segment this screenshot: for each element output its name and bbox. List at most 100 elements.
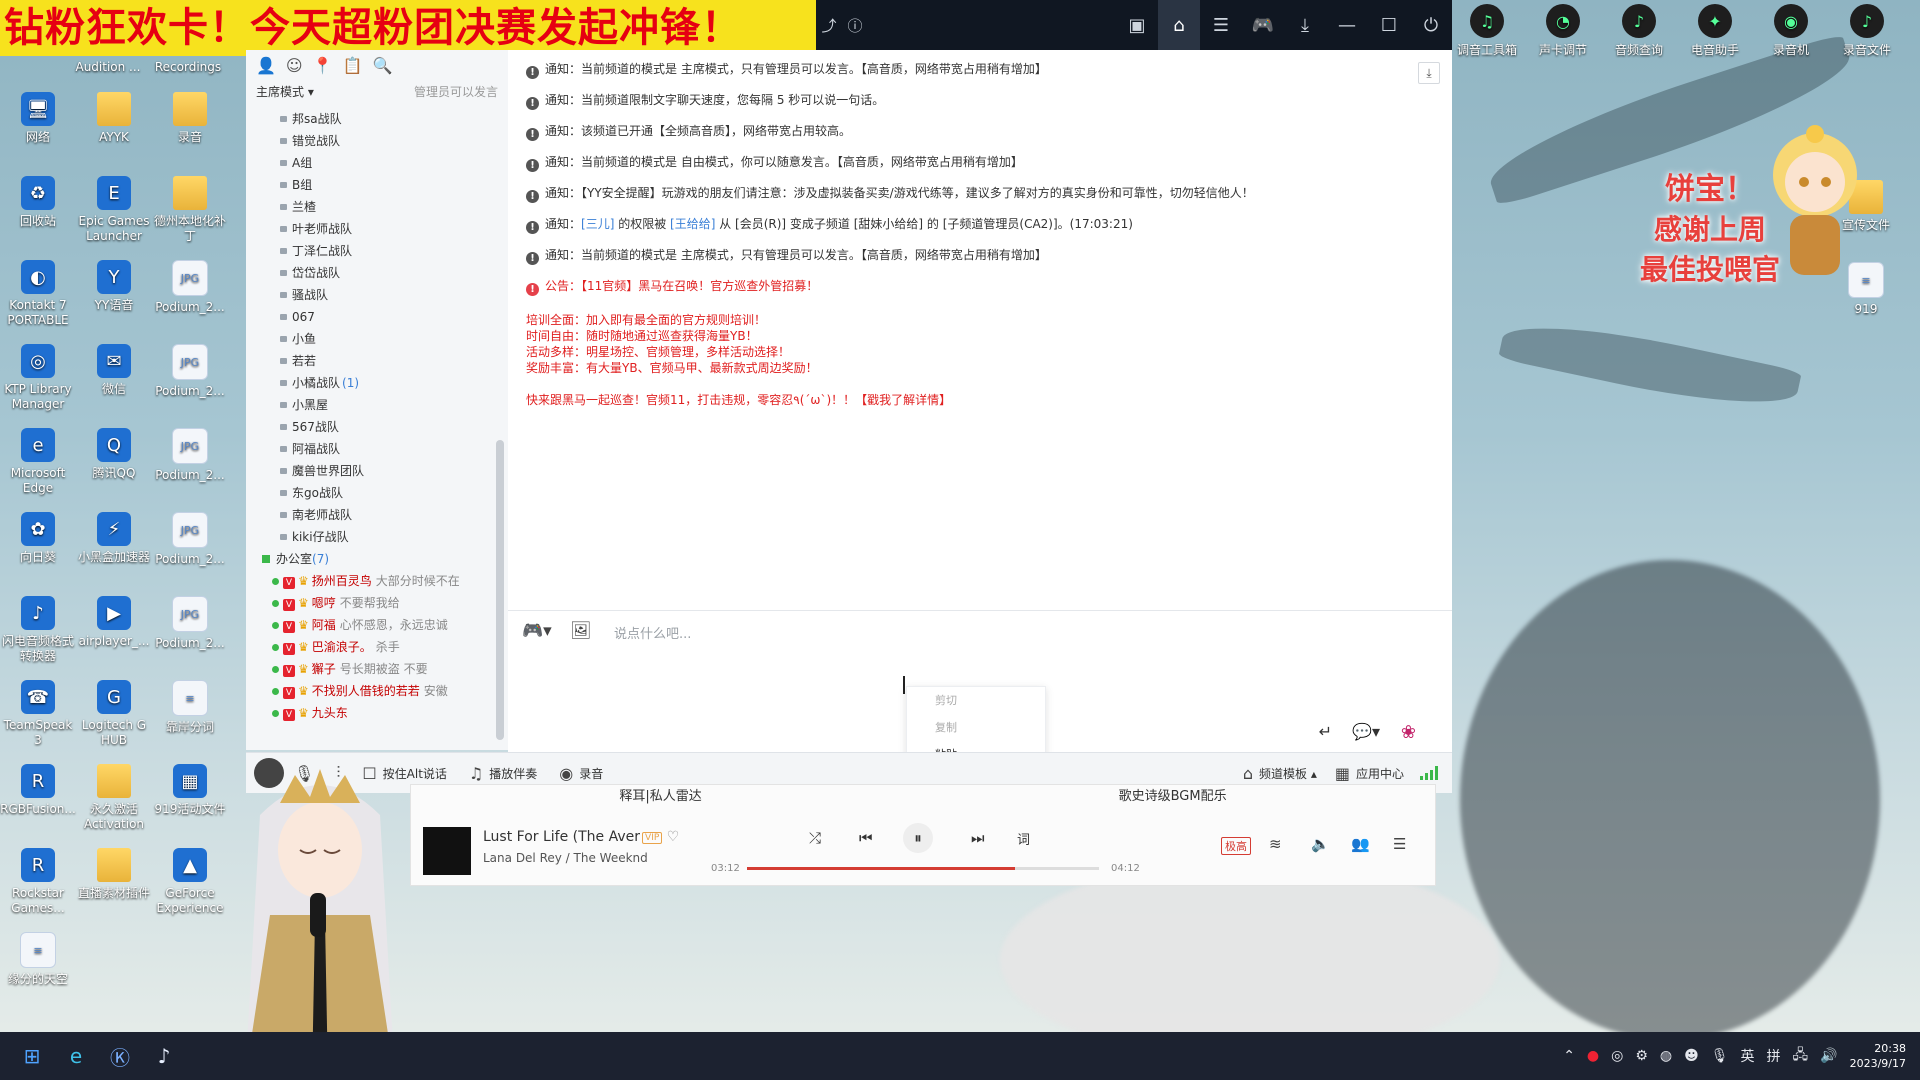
- left-tool-icon[interactable]: 👤: [256, 56, 276, 75]
- desktop-icon[interactable]: R Rockstar Games...: [0, 848, 76, 916]
- member-row[interactable]: V ♛ 巴渝浪子。 杀手: [246, 636, 496, 658]
- bottom-right-button[interactable]: ▦ 应用中心: [1335, 764, 1404, 783]
- channel-item[interactable]: A组: [246, 152, 496, 174]
- desktop-icon[interactable]: 🖥 网络: [0, 92, 76, 145]
- desktop-icon[interactable]: ☎ TeamSpeak 3: [0, 680, 76, 748]
- list-icon[interactable]: ☰: [1200, 0, 1242, 50]
- context-menu-item[interactable]: 剪切: [907, 687, 1045, 714]
- desktop-icon[interactable]: e Microsoft Edge: [0, 428, 76, 496]
- desktop-icon[interactable]: JPG Podium_2...: [152, 260, 228, 315]
- listen-together-icon[interactable]: 👥: [1351, 835, 1370, 853]
- music-app-icon[interactable]: ♪: [142, 1032, 186, 1080]
- desktop-icon[interactable]: JPG Podium_2...: [152, 344, 228, 399]
- desktop-icon[interactable]: ♫ 调音工具箱: [1450, 4, 1524, 58]
- channel-item[interactable]: 叶老师战队: [246, 218, 496, 240]
- desktop-icon[interactable]: ✿ 向日葵: [0, 512, 76, 565]
- desktop-icon[interactable]: ≡ 缘分的天空: [0, 932, 76, 987]
- scroll-down-icon[interactable]: ⤓: [1418, 62, 1440, 84]
- video-icon[interactable]: ▣: [1116, 0, 1158, 50]
- context-menu-item[interactable]: 复制: [907, 714, 1045, 741]
- tray-app3-icon[interactable]: ☻: [1684, 1048, 1699, 1064]
- left-tool-icon[interactable]: 🔍: [372, 56, 392, 75]
- desktop-icon[interactable]: JPG Podium_2...: [152, 596, 228, 651]
- network-icon[interactable]: 🖧: [1793, 1044, 1809, 1068]
- desktop-icon[interactable]: ▦ 919活动文件: [152, 764, 228, 817]
- left-tool-icon[interactable]: ☺: [286, 56, 303, 75]
- left-tool-icon[interactable]: 📍: [313, 56, 333, 75]
- desktop-icon[interactable]: JPG Podium_2...: [152, 512, 228, 567]
- user-link[interactable]: [三儿]: [581, 217, 614, 231]
- bottom-bar-button[interactable]: ◉ 录音: [559, 764, 603, 783]
- desktop-icon[interactable]: ✦ 电音助手: [1678, 4, 1752, 58]
- chat-input[interactable]: 说点什么吧...: [614, 623, 691, 642]
- lyrics-button[interactable]: 词: [1017, 829, 1030, 848]
- channel-item[interactable]: 567战队: [246, 416, 496, 438]
- tree-scrollbar[interactable]: [496, 440, 504, 740]
- emoji-game-icon[interactable]: 🎮▾: [522, 621, 552, 641]
- previous-icon[interactable]: ⏮: [859, 829, 873, 847]
- desktop-icon[interactable]: ◐ Kontakt 7 PORTABLE: [0, 260, 76, 328]
- channel-item[interactable]: 067: [246, 306, 496, 328]
- download-icon[interactable]: ⤓: [1284, 0, 1326, 50]
- album-cover[interactable]: [423, 827, 471, 875]
- desktop-icon[interactable]: R RGBFusion...: [0, 764, 76, 817]
- desktop-icon[interactable]: 德州本地化补丁: [152, 176, 228, 244]
- channel-item[interactable]: 错觉战队: [246, 130, 496, 152]
- bottom-right-button[interactable]: ⌂ 频道模板 ▴: [1243, 764, 1317, 783]
- power-icon[interactable]: ⏻: [1410, 0, 1452, 50]
- image-icon[interactable]: 🖼: [570, 621, 592, 641]
- home-icon[interactable]: ⌂: [1158, 0, 1200, 50]
- flower-gift-icon[interactable]: ❀: [1401, 722, 1416, 743]
- windows-start-icon[interactable]: ⊞: [10, 1032, 54, 1080]
- next-icon[interactable]: ⏭: [971, 829, 985, 847]
- song-artist[interactable]: Lana Del Rey / The Weeknd: [483, 851, 648, 865]
- channel-item[interactable]: 丁泽仁战队: [246, 240, 496, 262]
- bottom-bar-button[interactable]: ♫ 播放伴奏: [469, 764, 537, 783]
- channel-item[interactable]: 岱岱战队: [246, 262, 496, 284]
- desktop-icon[interactable]: ▶ airplayer_...: [76, 596, 152, 649]
- channel-item[interactable]: 小鱼: [246, 328, 496, 350]
- desktop-icon[interactable]: ◔ 声卡调节: [1526, 4, 1600, 58]
- minimize-icon[interactable]: —: [1326, 0, 1368, 50]
- shuffle-icon[interactable]: ⤮: [809, 829, 821, 847]
- sound-effect-icon[interactable]: ≋: [1269, 835, 1282, 853]
- member-row[interactable]: V ♛ 九头东: [246, 702, 496, 724]
- channel-item[interactable]: 若若: [246, 350, 496, 372]
- steam-icon[interactable]: ⚙: [1635, 1048, 1648, 1064]
- desktop-icon[interactable]: ⚡ 小黑盒加速器: [76, 512, 152, 565]
- speaker-icon[interactable]: 🔊: [1820, 1048, 1837, 1064]
- desktop-icon[interactable]: ▲ GeForce Experience: [152, 848, 228, 916]
- channel-item[interactable]: B组: [246, 174, 496, 196]
- desktop-icon[interactable]: 直播素材插件: [76, 848, 152, 901]
- left-tool-icon[interactable]: 📋: [343, 56, 363, 75]
- kook-icon[interactable]: Ⓚ: [98, 1032, 142, 1080]
- desktop-icon-audition[interactable]: Audition ...: [70, 60, 146, 75]
- channel-item[interactable]: 小黑屋: [246, 394, 496, 416]
- desktop-icon[interactable]: ♪ 闪电音频格式转换器: [0, 596, 76, 664]
- clock[interactable]: 20:38 2023/9/17: [1850, 1041, 1906, 1071]
- netease-icon[interactable]: ●: [1587, 1048, 1599, 1064]
- desktop-icon[interactable]: JPG Podium_2...: [152, 428, 228, 483]
- promo-footer-link[interactable]: 快来跟黑马一起巡查！官频11，打击违规，零容忍٩(ˊωˋ)！！【戳我了解详情】: [526, 392, 1412, 408]
- microphone-icon[interactable]: 🎙: [1711, 1048, 1729, 1064]
- edge-icon[interactable]: e: [54, 1032, 98, 1080]
- pause-icon[interactable]: ⏸: [903, 823, 933, 853]
- volume-icon[interactable]: 🔈: [1311, 835, 1330, 853]
- member-row[interactable]: V ♛ 不找别人借钱的若若 安徽: [246, 680, 496, 702]
- channel-office[interactable]: 办公室(7): [246, 548, 496, 570]
- progress-bar[interactable]: [747, 867, 1099, 870]
- mode-dropdown[interactable]: 主席模式 ▾: [256, 83, 314, 100]
- tray-expand-icon[interactable]: ⌃: [1563, 1048, 1575, 1064]
- desktop-icon[interactable]: ♪ 音频查询: [1602, 4, 1676, 58]
- desktop-icon[interactable]: ◉ 录音机: [1754, 4, 1828, 58]
- desktop-icon[interactable]: ✉ 微信: [76, 344, 152, 397]
- channel-item[interactable]: 阿福战队: [246, 438, 496, 460]
- tray-app2-icon[interactable]: ◍: [1660, 1048, 1672, 1064]
- channel-item[interactable]: 东go战队: [246, 482, 496, 504]
- desktop-icon[interactable]: AYYK: [76, 92, 152, 145]
- channel-item[interactable]: 邦sa战队: [246, 108, 496, 130]
- member-row[interactable]: V ♛ 獬子 号长期被盗 不要: [246, 658, 496, 680]
- channel-item[interactable]: 骚战队: [246, 284, 496, 306]
- desktop-icon[interactable]: ♻ 回收站: [0, 176, 76, 229]
- desktop-icon[interactable]: ♪ 录音文件: [1830, 4, 1904, 58]
